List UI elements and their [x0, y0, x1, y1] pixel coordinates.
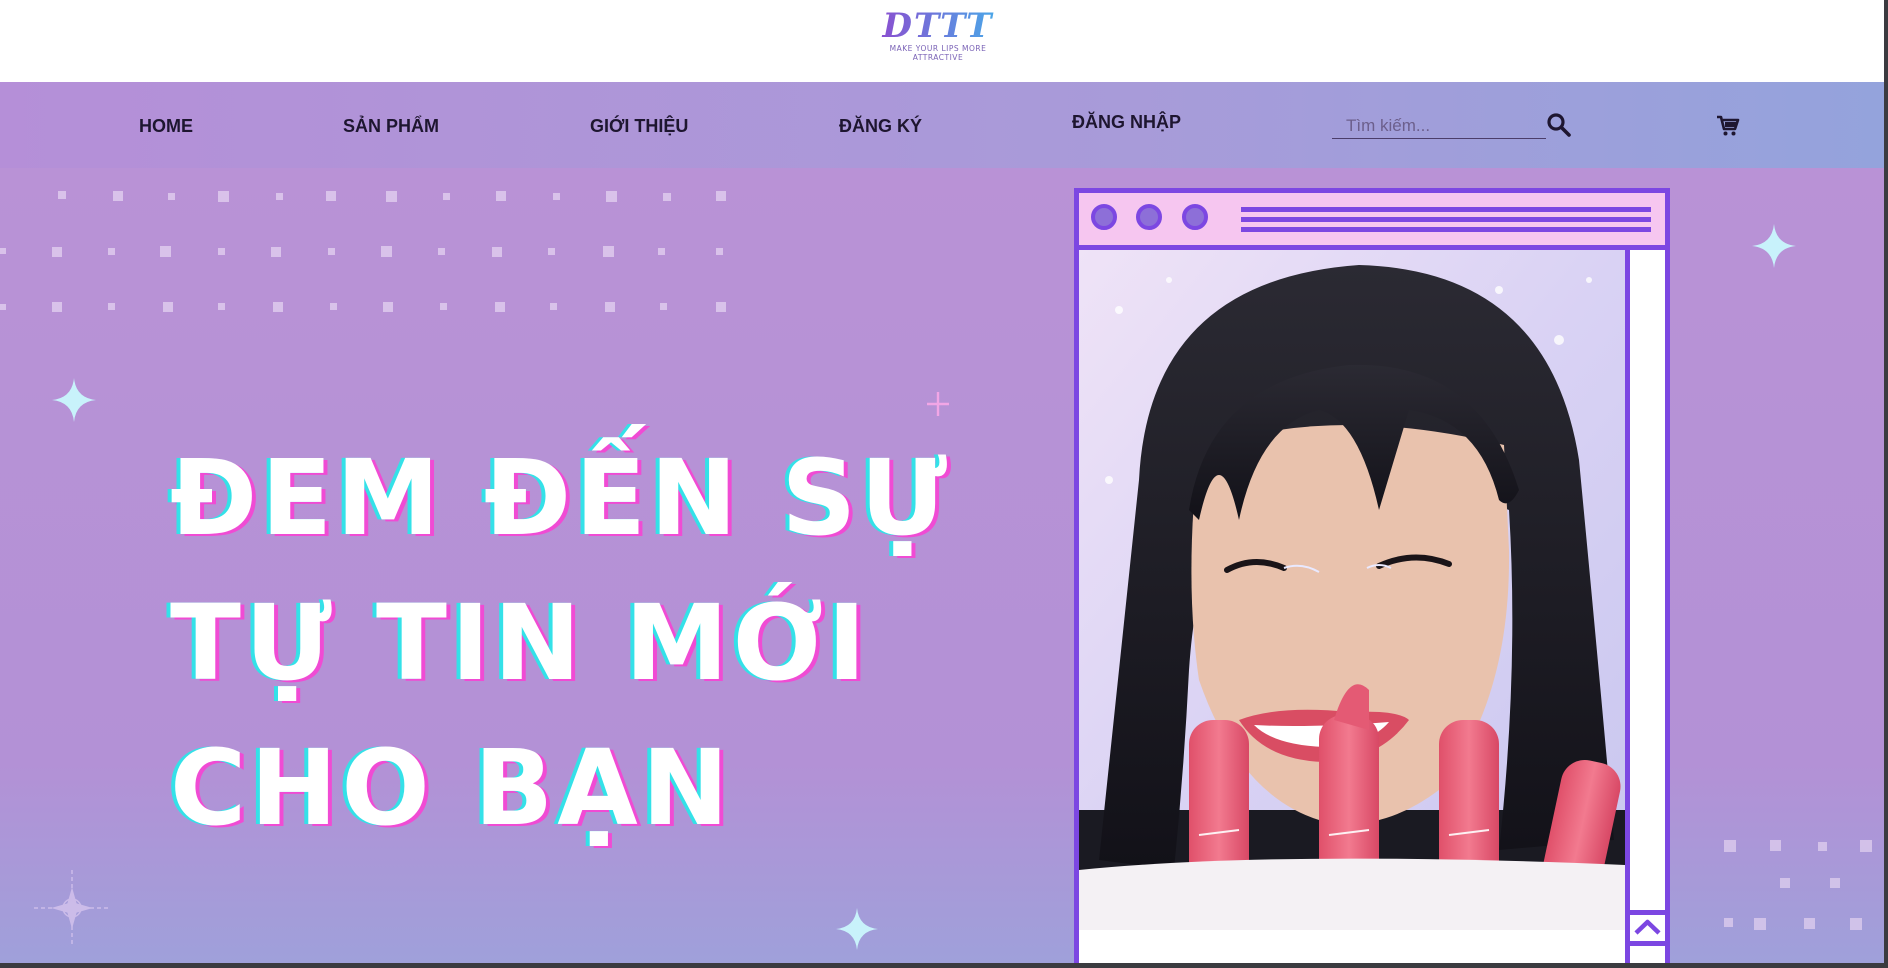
cart-icon[interactable]: [1716, 114, 1740, 138]
scroll-up-icon[interactable]: [1630, 910, 1665, 946]
nav-item-login[interactable]: ĐĂNG NHẬP: [1072, 112, 1181, 133]
browser-window-frame: [1074, 188, 1670, 963]
window-scrollbar[interactable]: [1625, 250, 1665, 963]
hero-banner: ĐEM ĐẾN SỰ TỰ TIN MỚI CHO BẠN: [0, 168, 1884, 963]
search-icon[interactable]: [1546, 112, 1572, 138]
hero-model-image: [1079, 250, 1625, 930]
title-bar-line: [1241, 217, 1651, 222]
title-bar-line: [1241, 207, 1651, 212]
decorative-dots: [1724, 840, 1872, 930]
window-dot-icon: [1136, 204, 1162, 230]
sparkle-icon: [836, 908, 878, 950]
window-title-bar: [1079, 193, 1665, 250]
logo-tagline-line1: MAKE YOUR LIPS MORE: [889, 44, 987, 53]
sparkle-icon: [52, 378, 96, 422]
main-nav: HOME SẢN PHẨM GIỚI THIỆU ĐĂNG KÝ ĐĂNG NH…: [0, 82, 1884, 168]
sparkle-icon: [1752, 224, 1796, 268]
top-header: DTTT MAKE YOUR LIPS MORE ATTRACTIVE: [0, 0, 1884, 82]
search-box: [1332, 112, 1548, 140]
page-scrollbar[interactable]: [1884, 0, 1888, 963]
title-bar-line: [1241, 227, 1651, 232]
search-input[interactable]: [1332, 112, 1548, 140]
nav-item-products[interactable]: SẢN PHẨM: [343, 116, 439, 137]
window-dot-icon: [1182, 204, 1208, 230]
headline-line-2: TỰ TIN MỚI: [170, 582, 870, 704]
nav-item-home[interactable]: HOME: [139, 116, 193, 137]
window-dot-icon: [1091, 204, 1117, 230]
headline-line-1: ĐEM ĐẾN SỰ: [170, 437, 952, 559]
hero-headline: ĐEM ĐẾN SỰ TỰ TIN MỚI CHO BẠN: [170, 426, 952, 861]
nav-item-about[interactable]: GIỚI THIỆU: [590, 116, 688, 137]
headline-line-3: CHO BẠN: [170, 727, 733, 849]
logo-text: DTTT: [880, 8, 996, 44]
decorative-dots: [0, 191, 726, 312]
plus-sparkle-icon: [927, 392, 949, 416]
brand-logo[interactable]: DTTT MAKE YOUR LIPS MORE ATTRACTIVE: [880, 8, 996, 70]
logo-tagline-line2: ATTRACTIVE: [912, 53, 964, 62]
nav-item-register[interactable]: ĐĂNG KÝ: [839, 116, 922, 137]
page-viewport: DTTT MAKE YOUR LIPS MORE ATTRACTIVE HOME…: [0, 0, 1884, 963]
compass-star-icon: [34, 870, 110, 946]
